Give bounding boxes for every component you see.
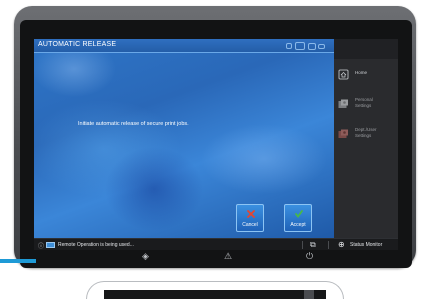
device-slot-gap — [304, 290, 314, 299]
accept-label: Accept — [290, 222, 306, 228]
copier-device: AUTOMATIC RELEASE Initiate automatic rel… — [0, 0, 429, 299]
status-monitor-icon[interactable]: ⊕ — [338, 240, 345, 249]
status-message: Remote Operation is being used... — [58, 242, 134, 248]
side-menu-label-personal-settings: Personal Settings — [355, 97, 373, 108]
side-menu-label-home: Home — [355, 70, 368, 75]
warning-icon: ⚠ — [224, 251, 233, 261]
title-decoration — [286, 42, 326, 51]
device-slot — [104, 290, 326, 299]
status-bar: ⓘ Remote Operation is being used... ⧉ ⊕ … — [34, 238, 398, 250]
status-divider — [302, 241, 303, 249]
remote-operation-icon — [46, 242, 55, 248]
energy-saver-icon[interactable]: ◈ — [142, 251, 149, 262]
side-menu-item-dept-user-settings[interactable]: Dept./User Settings — [334, 119, 398, 149]
personal-settings-icon — [338, 97, 349, 108]
accent-line — [0, 259, 36, 263]
dialog-message: Initiate automatic release of secure pri… — [78, 121, 189, 127]
side-menu-item-personal-settings[interactable]: Personal Settings — [334, 89, 398, 119]
cancel-icon — [247, 209, 255, 219]
home-icon — [338, 67, 349, 80]
power-icon[interactable]: ⏻ — [306, 251, 313, 262]
window-title: AUTOMATIC RELEASE — [38, 41, 117, 48]
accept-button[interactable]: Accept — [284, 204, 312, 232]
side-menu: Home Personal Settings Dept./User Settin… — [334, 39, 398, 238]
cancel-button[interactable]: Cancel — [236, 204, 264, 232]
side-menu-top — [334, 39, 398, 59]
main-panel: AUTOMATIC RELEASE Initiate automatic rel… — [34, 39, 334, 238]
status-divider — [328, 241, 329, 249]
dept-user-settings-icon — [338, 127, 349, 138]
side-menu-label-dept-user-settings: Dept./User Settings — [355, 127, 377, 138]
status-info-icon: ⓘ — [38, 244, 45, 250]
copy-icon[interactable]: ⧉ — [310, 240, 316, 250]
cancel-label: Cancel — [242, 222, 258, 228]
status-monitor-button[interactable]: Status Monitor — [350, 242, 382, 248]
side-menu-item-home[interactable]: Home — [334, 59, 398, 89]
touch-screen: AUTOMATIC RELEASE Initiate automatic rel… — [34, 39, 398, 250]
accept-icon — [295, 209, 303, 219]
title-bar: AUTOMATIC RELEASE — [34, 39, 334, 53]
